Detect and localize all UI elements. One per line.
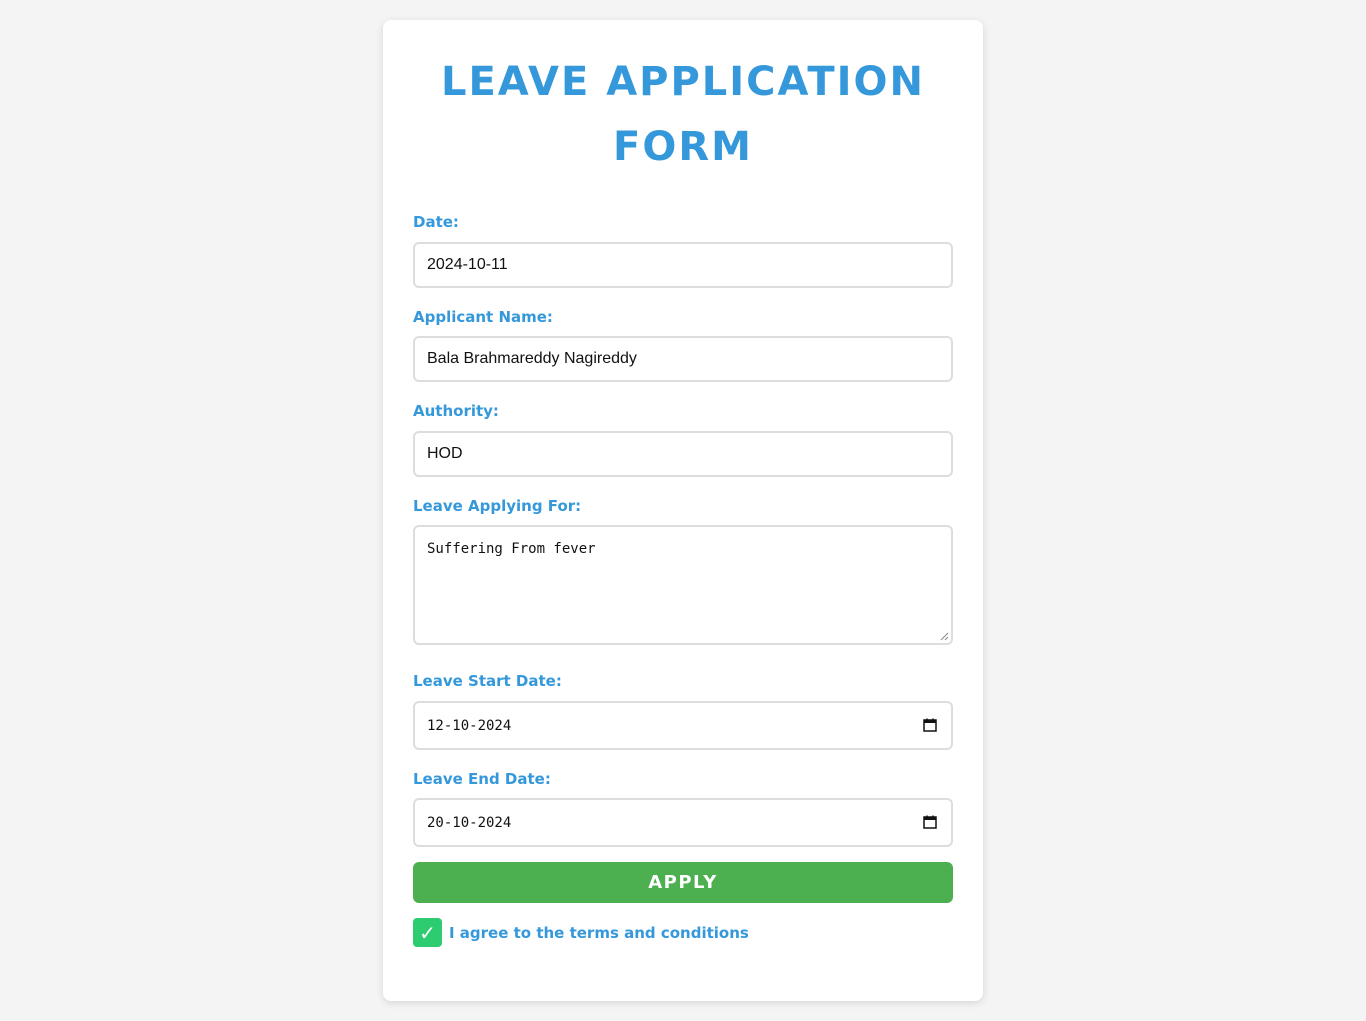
- applicant-name-value: Bala Brahmareddy Nagireddy: [427, 350, 637, 367]
- terms-checkbox[interactable]: ✓: [413, 918, 442, 947]
- calendar-icon[interactable]: [923, 815, 937, 829]
- date-field-group: Date: 2024-10-11: [413, 213, 953, 288]
- start-date-value: 12-10-2024: [427, 717, 512, 734]
- applicant-name-input[interactable]: Bala Brahmareddy Nagireddy: [413, 336, 953, 382]
- end-date-field-group: Leave End Date: 20-10-2024: [413, 770, 953, 847]
- start-date-input[interactable]: 12-10-2024: [413, 701, 953, 750]
- end-date-value: 20-10-2024: [427, 814, 512, 831]
- calendar-icon[interactable]: [923, 718, 937, 732]
- start-date-field-group: Leave Start Date: 12-10-2024: [413, 672, 953, 750]
- authority-value: HOD: [427, 445, 463, 462]
- date-label: Date:: [413, 213, 459, 231]
- reason-label: Leave Applying For:: [413, 497, 582, 515]
- authority-input[interactable]: HOD: [413, 431, 953, 477]
- resize-grip-icon[interactable]: [939, 631, 949, 641]
- reason-value: Suffering From fever: [427, 541, 596, 557]
- date-input[interactable]: 2024-10-11: [413, 242, 953, 288]
- date-input-value: 2024-10-11: [427, 256, 508, 273]
- authority-field-group: Authority: HOD: [413, 402, 953, 477]
- title-line-2: FORM: [613, 124, 753, 170]
- terms-agreement: ✓ I agree to the terms and conditions: [413, 918, 749, 947]
- end-date-input[interactable]: 20-10-2024: [413, 798, 953, 847]
- authority-label: Authority:: [413, 402, 499, 420]
- leave-form-card: LEAVE APPLICATION FORM Date: 2024-10-11 …: [383, 20, 983, 1001]
- terms-label[interactable]: I agree to the terms and conditions: [449, 924, 749, 942]
- applicant-field-group: Applicant Name: Bala Brahmareddy Nagired…: [413, 308, 953, 382]
- title-line-1: LEAVE APPLICATION: [440, 59, 926, 105]
- end-date-label: Leave End Date:: [413, 770, 551, 788]
- start-date-label: Leave Start Date:: [413, 672, 562, 690]
- apply-button[interactable]: APPLY: [413, 862, 953, 903]
- reason-textarea[interactable]: Suffering From fever: [413, 525, 953, 645]
- check-icon: ✓: [419, 920, 436, 945]
- page-title: LEAVE APPLICATION FORM: [413, 20, 953, 180]
- applicant-name-label: Applicant Name:: [413, 308, 553, 326]
- reason-field-group: Leave Applying For: Suffering From fever: [413, 497, 953, 645]
